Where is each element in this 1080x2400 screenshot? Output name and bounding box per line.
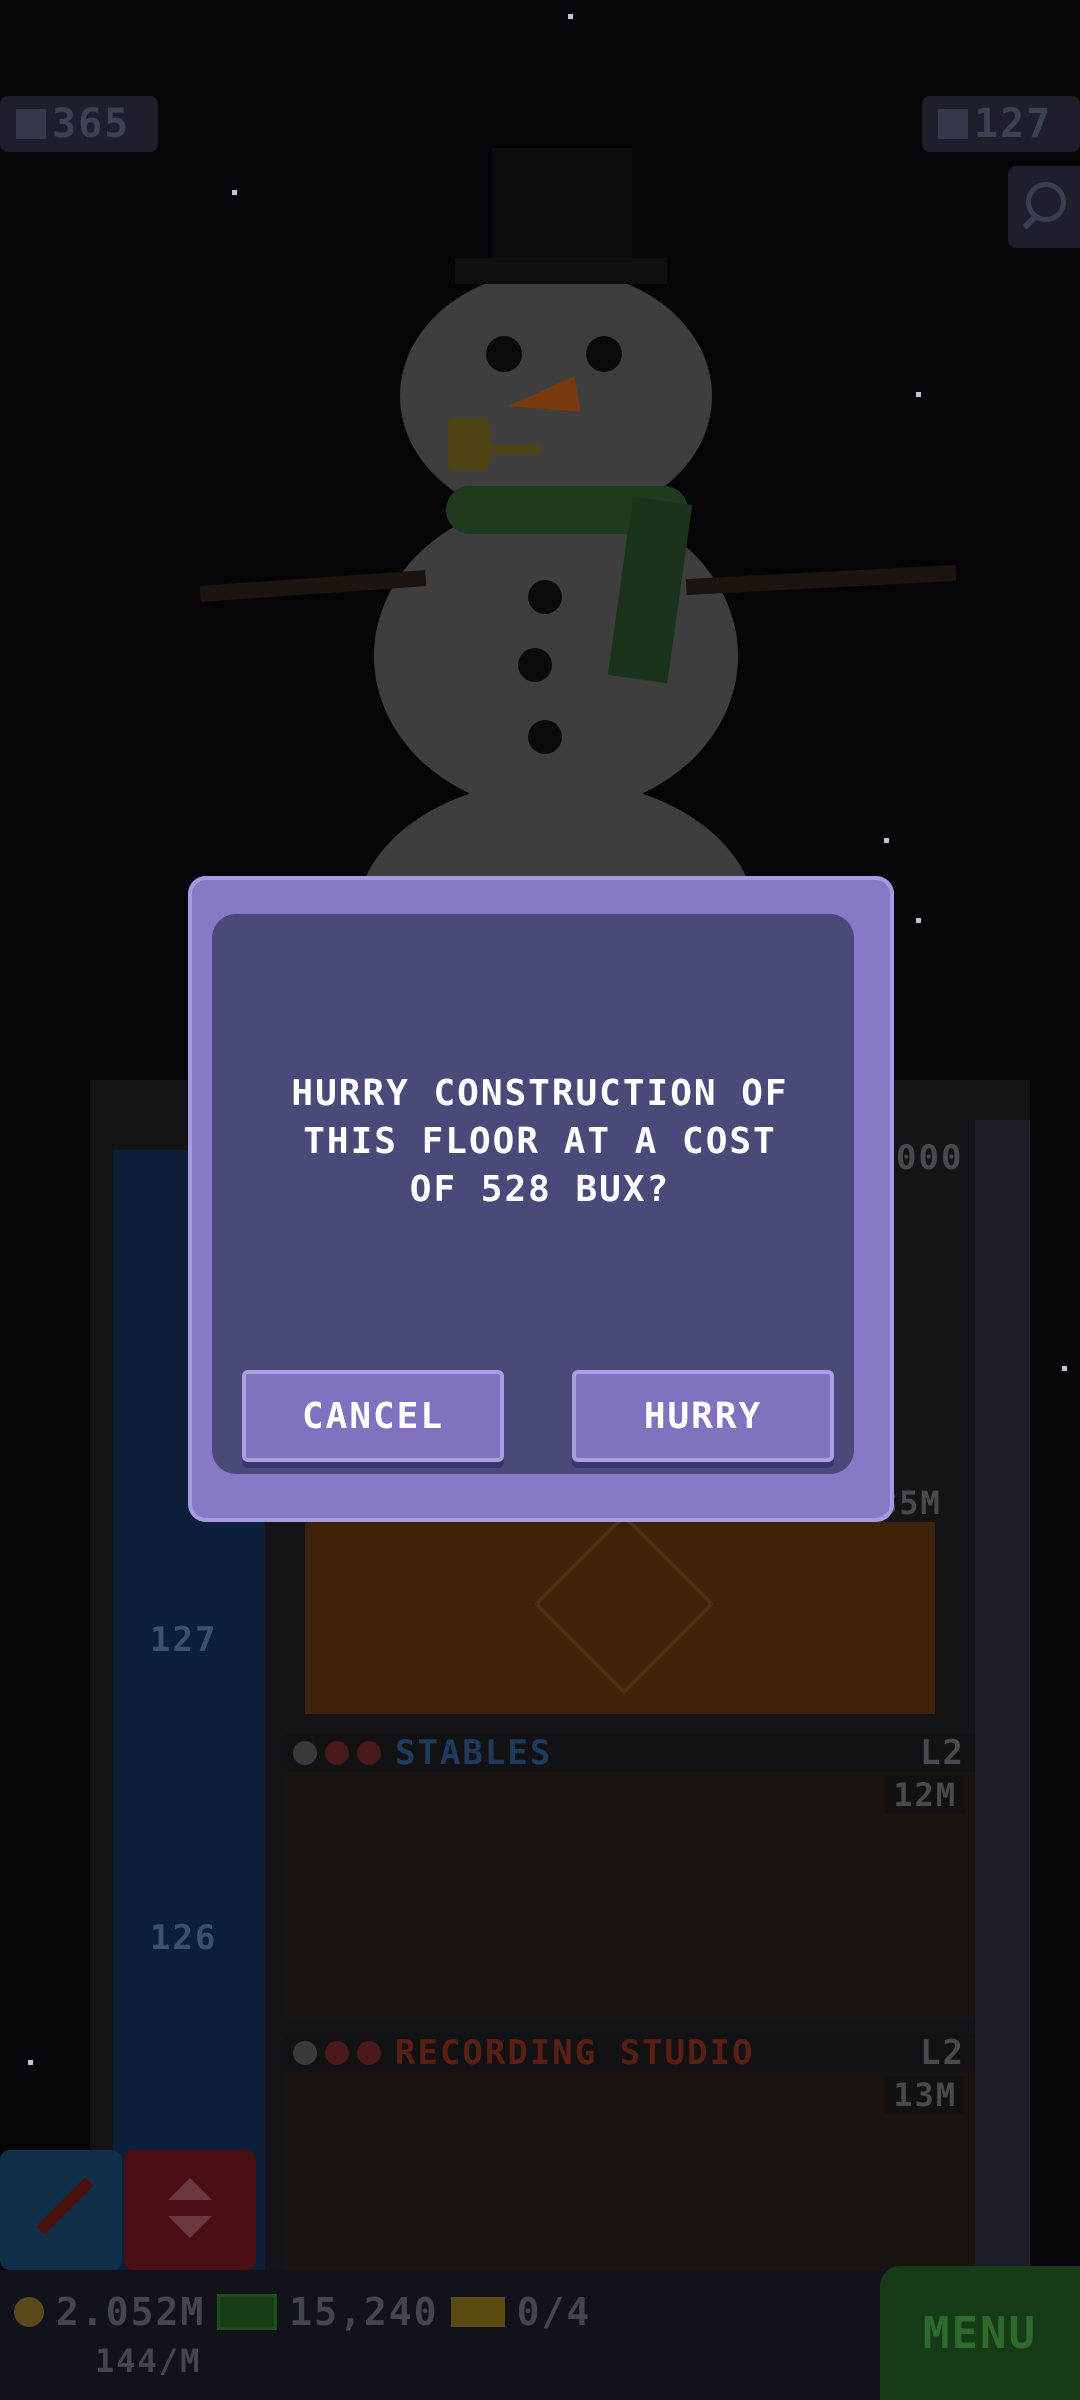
person-icon: [16, 109, 46, 139]
star: [232, 190, 237, 195]
floor-level: L2: [920, 1733, 965, 1773]
clock-icon: [293, 1741, 317, 1765]
hurry-button[interactable]: HURRY: [572, 1370, 834, 1462]
star: [28, 2060, 33, 2065]
floor-name: RECORDING STUDIO: [395, 2033, 755, 2073]
dialog-message: HURRY CONSTRUCTION OF THIS FLOOR AT A CO…: [291, 1073, 789, 1210]
stick-arm: [685, 564, 957, 596]
floor-recording-studio[interactable]: RECORDING STUDIO L2 13M: [285, 2033, 975, 2270]
cancel-button[interactable]: CANCEL: [242, 1370, 504, 1462]
star: [884, 838, 889, 843]
partial-floor-value: 000: [896, 1138, 964, 1178]
search-button[interactable]: [1008, 166, 1080, 248]
x-icon: [325, 2041, 349, 2065]
building-icon: [938, 109, 968, 139]
population-value: 365: [52, 101, 131, 147]
elevator-button[interactable]: [124, 2150, 256, 2270]
income-rate: 144/M: [95, 2342, 202, 2380]
snowman-eye: [586, 336, 622, 372]
menu-button[interactable]: MENU: [880, 2266, 1080, 2400]
x-icon: [357, 2041, 381, 2065]
pencil-icon: [36, 2177, 94, 2235]
floor-name: STABLES: [395, 1733, 553, 1773]
star: [1062, 1366, 1067, 1371]
elevator-floor-label: 126: [150, 1918, 218, 1958]
snowman-eye: [486, 336, 522, 372]
bux-icon: [217, 2294, 278, 2330]
floor-stables[interactable]: STABLES L2 12M: [285, 1733, 975, 2018]
build-tool-button[interactable]: [0, 2150, 122, 2270]
x-icon: [357, 1741, 381, 1765]
floor-income: 13M: [885, 2076, 965, 2114]
tickets-value: 0/4: [516, 2290, 592, 2334]
coin-icon: [14, 2297, 44, 2327]
floor-counter[interactable]: 127: [922, 96, 1080, 152]
floor-count-value: 127: [974, 101, 1053, 147]
bux-value: 15,240: [289, 2290, 439, 2334]
coal-button: [518, 648, 552, 682]
tower-frame: [975, 1120, 1030, 2270]
coal-button: [528, 720, 562, 754]
ticket-icon: [450, 2297, 505, 2327]
floor-level: L2: [920, 2033, 965, 2073]
coal-button: [528, 580, 562, 614]
currency-row: 2.052M 15,240 0/4: [14, 2290, 591, 2334]
clock-icon: [293, 2041, 317, 2065]
coins-value: 2.052M: [56, 2290, 206, 2334]
star: [916, 918, 921, 923]
down-arrow-icon: [168, 2216, 212, 2238]
star: [916, 392, 921, 397]
up-arrow-icon: [168, 2178, 212, 2200]
elevator-floor-label: 127: [150, 1620, 218, 1660]
population-counter[interactable]: 365: [0, 96, 158, 152]
star: [568, 14, 573, 19]
x-icon: [325, 1741, 349, 1765]
floor-income: 12M: [885, 1776, 965, 1814]
